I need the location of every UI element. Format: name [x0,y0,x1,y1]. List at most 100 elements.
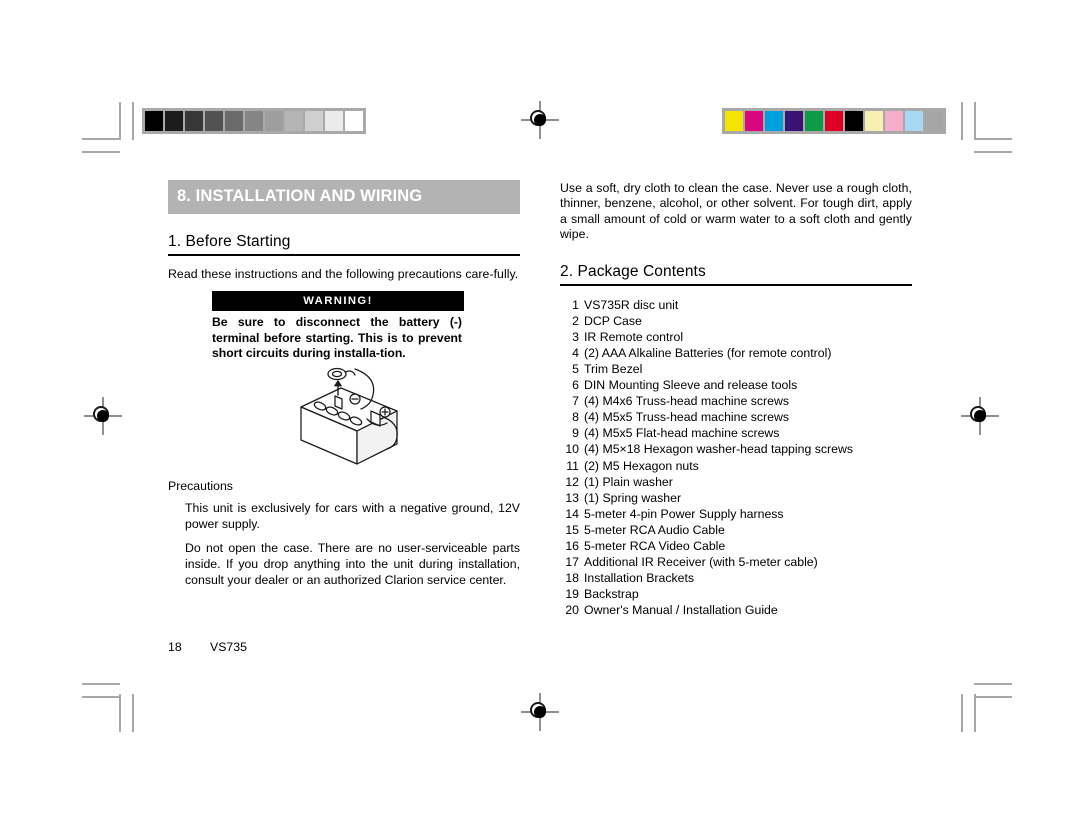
package-item-label: Installation Brackets [584,571,695,586]
precaution-item: Do not open the case. There are no user-… [185,541,520,587]
package-item-number: 6 [572,378,579,393]
calibration-patch-9 [905,111,923,131]
calibration-patch-3 [205,111,223,131]
package-item-label: (4) M5×18 Hexagon washer-head tapping sc… [584,442,853,457]
package-item-number: 5 [572,362,579,376]
package-item-number: 15 [565,522,579,537]
package-item-number: 8 [572,410,579,425]
package-item-number: 19 [565,587,579,602]
package-item-label: 5-meter RCA Video Cable [584,539,726,554]
calibration-patch-6 [845,111,863,131]
package-item: 9 (4) M5x5 Flat-head machine screws [560,425,912,441]
footer-page-number: 18 [168,640,182,654]
package-item-number: 13 [565,490,579,505]
calibration-patch-1 [745,111,763,131]
package-item-number: 2 [572,313,579,328]
package-item: 16 5-meter RCA Video Cable [560,538,912,554]
package-item-label: (4) M5x5 Flat-head machine screws [584,426,780,441]
calibration-patch-5 [825,111,843,131]
intro-paragraph: Read these instructions and the followin… [168,267,519,281]
package-item-number: 14 [565,506,579,521]
package-item-label: Backstrap [584,587,639,602]
package-item: 8 (4) M5x5 Truss-head machine screws [560,409,912,425]
calibration-patch-4 [225,111,243,131]
package-item-number: 1 [572,297,579,312]
package-item-number: 11 [566,458,579,473]
calibration-patch-6 [265,111,283,131]
package-item-label: (2) M5 Hexagon nuts [584,458,699,473]
package-item: 4 (2) AAA Alkaline Batteries (for remote … [560,345,912,361]
package-contents-list: 1 VS735R disc unit 2 DCP Case 3 IR Remote con… [560,297,912,619]
package-item: 10 (4) M5×18 Hexagon washer-head tapping … [560,441,912,457]
calibration-patch-0 [145,111,163,131]
package-item: 14 5-meter 4-pin Power Supply harness [560,506,912,522]
package-item-label: 5-meter RCA Audio Cable [584,522,725,537]
calibration-patch-10 [925,111,943,131]
calibration-patch-2 [765,111,783,131]
left-column: 8. INSTALLATION AND WIRING 1. Before Sta… [168,180,520,597]
registration-target-top [521,101,559,139]
package-item-number: 10 [565,442,579,457]
package-item-number: 4 [572,345,579,360]
registration-target-left [84,397,122,435]
package-item: 3 IR Remote control [560,329,912,345]
package-item-number: 12 [565,474,579,489]
package-item-number: 18 [565,571,579,586]
package-item-label: DIN Mounting Sleeve and release tools [584,378,798,393]
package-item: 11 (2) M5 Hexagon nuts [560,458,912,474]
calibration-patch-8 [885,111,903,131]
package-item: 5 Trim Bezel [560,361,912,377]
package-item: 12 (1) Plain washer [560,474,912,490]
registration-target-bottom [521,693,559,731]
calibration-patch-4 [805,111,823,131]
package-item-label: Trim Bezel [584,362,643,376]
package-item: 13 (1) Spring washer [560,490,912,506]
package-item: 20 Owner's Manual / Installation Guide [560,602,912,618]
package-item-label: 5-meter 4-pin Power Supply harness [584,506,784,521]
warning-box: WARNING! Be sure to disconnect the batte… [212,291,464,361]
package-item: 18 Installation Brackets [560,570,912,586]
package-item-label: (2) AAA Alkaline Batteries (for remote c… [584,345,832,360]
calibration-patch-7 [285,111,303,131]
calibration-patch-7 [865,111,883,131]
battery-illustration [168,365,520,473]
package-item-label: Owner's Manual / Installation Guide [584,603,778,618]
package-item-label: IR Remote control [584,329,684,344]
calibration-patch-0 [725,111,743,131]
package-item: 15 5-meter RCA Audio Cable [560,522,912,538]
registration-target-right [961,397,999,435]
precautions-label: Precautions [168,479,233,494]
package-item-label: VS735R disc unit [584,297,679,312]
package-item-label: (4) M4x6 Truss-head machine screws [584,394,790,409]
package-item: 7 (4) M4x6 Truss-head machine screws [560,393,912,409]
package-item: 19 Backstrap [560,586,912,602]
package-item-label: (1) Spring washer [584,490,682,505]
warning-text: Be sure to disconnect the battery (-) te… [212,315,462,360]
car-battery-icon [300,368,398,465]
precaution-item: This unit is exclusively for cars with a… [185,501,520,531]
right-column: Use a soft, dry cloth to clean the case.… [560,180,912,619]
cleaning-paragraph: Use a soft, dry cloth to clean the case.… [560,181,912,242]
package-item-number: 3 [572,329,579,344]
warning-title: WARNING! [212,291,464,312]
heading-package-contents: 2. Package Contents [560,263,912,286]
package-item-number: 20 [565,603,579,618]
package-item: 2 DCP Case [560,313,912,329]
calibration-patch-3 [785,111,803,131]
package-item-label: Additional IR Receiver (with 5-meter cab… [584,555,818,570]
calibration-patch-9 [325,111,343,131]
page-footer: 18 VS735 [168,640,247,654]
package-item-number: 7 [572,394,579,409]
package-item-number: 9 [572,426,579,441]
package-item-label: (4) M5x5 Truss-head machine screws [584,410,790,425]
heading-before-starting: 1. Before Starting [168,233,520,256]
calibration-patch-5 [245,111,263,131]
package-item: 17 Additional IR Receiver (with 5-meter c… [560,554,912,570]
footer-model: VS735 [210,640,247,654]
package-item-label: DCP Case [584,313,642,328]
color-calibration-strip [722,108,946,134]
package-item: 1 VS735R disc unit [560,297,912,313]
calibration-patch-10 [345,111,363,131]
calibration-patch-1 [165,111,183,131]
package-item: 6 DIN Mounting Sleeve and release tools [560,377,912,393]
